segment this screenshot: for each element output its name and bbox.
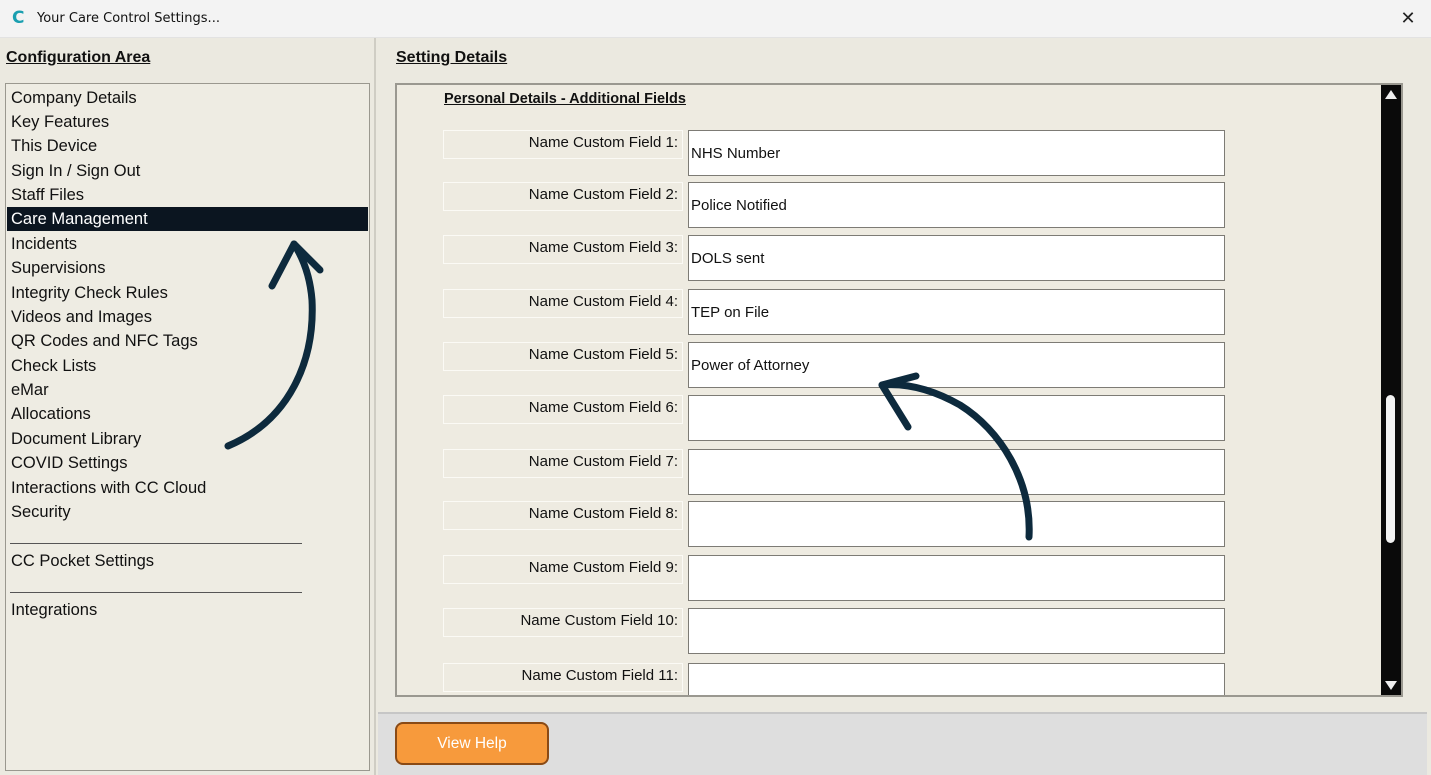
config-item-incidents[interactable]: Incidents [7, 232, 368, 256]
config-item-supervisions[interactable]: Supervisions [7, 256, 368, 280]
configuration-list[interactable]: Company Details Key Features This Device… [5, 83, 370, 771]
config-item-care-management[interactable]: Care Management [7, 207, 368, 231]
config-item-staff-files[interactable]: Staff Files [7, 183, 368, 207]
scroll-up-arrow-icon[interactable] [1385, 90, 1397, 99]
config-item-sign-in-sign-out[interactable]: Sign In / Sign Out [7, 159, 368, 183]
close-button[interactable]: ✕ [1385, 0, 1431, 38]
custom-field-3-input[interactable] [688, 235, 1225, 281]
custom-field-1-input[interactable] [688, 130, 1225, 176]
custom-field-10-input[interactable] [688, 608, 1225, 654]
config-item-security[interactable]: Security [7, 500, 368, 524]
custom-field-7-input[interactable] [688, 449, 1225, 495]
custom-field-label: Name Custom Field 8: [443, 501, 683, 530]
custom-field-label: Name Custom Field 5: [443, 342, 683, 371]
config-item-this-device[interactable]: This Device [7, 134, 368, 158]
close-icon: ✕ [1400, 8, 1416, 29]
setting-details-pane: Setting Details Personal Details - Addit… [378, 38, 1431, 712]
custom-field-9-input[interactable] [688, 555, 1225, 601]
list-divider [10, 543, 302, 544]
configuration-area-pane: Configuration Area Company Details Key F… [0, 38, 376, 775]
view-help-button[interactable]: View Help [395, 722, 549, 765]
section-title: Personal Details - Additional Fields [444, 91, 686, 107]
custom-field-11-input[interactable] [688, 663, 1225, 695]
setting-details-frame: Personal Details - Additional Fields Nam… [395, 83, 1403, 697]
scroll-thumb[interactable] [1386, 395, 1395, 543]
custom-field-8-input[interactable] [688, 501, 1225, 547]
custom-field-label: Name Custom Field 9: [443, 555, 683, 584]
configuration-area-heading: Configuration Area [6, 49, 151, 66]
vertical-scrollbar[interactable] [1381, 85, 1401, 695]
custom-field-label: Name Custom Field 2: [443, 182, 683, 211]
config-item-key-features[interactable]: Key Features [7, 110, 368, 134]
config-item-allocations[interactable]: Allocations [7, 402, 368, 426]
app-logo-icon: C [12, 8, 25, 28]
window-title: Your Care Control Settings... [37, 11, 220, 26]
config-item-integrity-check-rules[interactable]: Integrity Check Rules [7, 281, 368, 305]
scroll-down-arrow-icon[interactable] [1385, 681, 1397, 690]
title-bar: C Your Care Control Settings... ✕ [0, 0, 1431, 38]
custom-field-2-input[interactable] [688, 182, 1225, 228]
list-divider [10, 592, 302, 593]
config-item-check-lists[interactable]: Check Lists [7, 354, 368, 378]
config-item-integrations[interactable]: Integrations [7, 598, 368, 622]
bottom-bar: View Help [378, 712, 1427, 775]
config-item-cc-pocket-settings[interactable]: CC Pocket Settings [7, 549, 368, 573]
custom-field-label: Name Custom Field 7: [443, 449, 683, 478]
config-item-company-details[interactable]: Company Details [7, 86, 368, 110]
custom-field-5-input[interactable] [688, 342, 1225, 388]
custom-field-label: Name Custom Field 10: [443, 608, 683, 637]
custom-field-label: Name Custom Field 1: [443, 130, 683, 159]
custom-field-label: Name Custom Field 4: [443, 289, 683, 318]
config-item-qr-codes-nfc-tags[interactable]: QR Codes and NFC Tags [7, 329, 368, 353]
config-item-videos-and-images[interactable]: Videos and Images [7, 305, 368, 329]
config-item-document-library[interactable]: Document Library [7, 427, 368, 451]
custom-field-label: Name Custom Field 11: [443, 663, 683, 692]
config-item-interactions-cc-cloud[interactable]: Interactions with CC Cloud [7, 476, 368, 500]
custom-field-6-input[interactable] [688, 395, 1225, 441]
custom-field-label: Name Custom Field 6: [443, 395, 683, 424]
setting-details-heading: Setting Details [396, 49, 508, 66]
config-item-emar[interactable]: eMar [7, 378, 368, 402]
config-item-covid-settings[interactable]: COVID Settings [7, 451, 368, 475]
custom-field-4-input[interactable] [688, 289, 1225, 335]
custom-field-label: Name Custom Field 3: [443, 235, 683, 264]
